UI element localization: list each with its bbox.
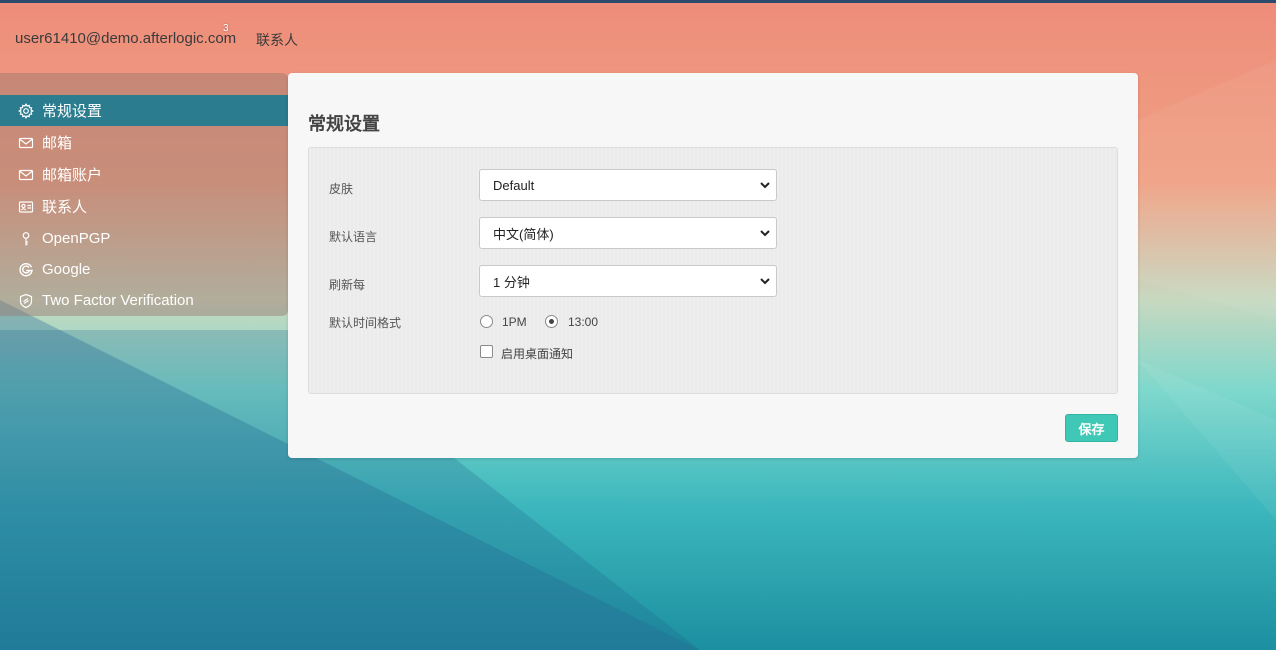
sidebar-item-google[interactable]: Google	[0, 254, 288, 285]
sidebar-item-openpgp[interactable]: OpenPGP	[0, 223, 288, 254]
chevron-down-icon	[760, 182, 770, 189]
chevron-down-icon	[760, 230, 770, 237]
contacts-tab[interactable]: 联系人	[256, 30, 298, 50]
sidebar-item-contacts[interactable]: 联系人	[0, 191, 288, 222]
desktop-notify-label[interactable]: 启用桌面通知	[501, 345, 573, 362]
notification-badge: 3	[223, 23, 229, 34]
key-icon	[17, 230, 35, 248]
refresh-select-value: 1 分钟	[493, 274, 530, 290]
skin-label: 皮肤	[329, 182, 354, 196]
time-format-12h-radio[interactable]	[480, 315, 493, 328]
google-icon	[17, 261, 35, 279]
skin-select-value: Default	[493, 177, 535, 193]
refresh-label: 刷新每	[329, 278, 366, 292]
desktop-notify-checkbox[interactable]	[480, 345, 493, 358]
contact-card-icon	[17, 198, 35, 216]
refresh-select[interactable]: 1 分钟	[479, 265, 777, 297]
sidebar-item-label: 邮箱	[42, 135, 73, 152]
sidebar-item-two-factor[interactable]: Two Factor Verification	[0, 285, 288, 316]
sidebar-item-mail-accounts[interactable]: 邮箱账户	[0, 159, 288, 190]
sidebar-item-label: Google	[42, 261, 91, 278]
language-label: 默认语言	[329, 230, 378, 244]
envelope-icon	[17, 166, 35, 184]
sidebar-item-mail[interactable]: 邮箱	[0, 127, 288, 158]
sidebar-item-label: 联系人	[42, 199, 88, 216]
sidebar-item-label: 常规设置	[42, 103, 103, 120]
save-button[interactable]: 保存	[1065, 414, 1118, 442]
user-account-link[interactable]: user61410@demo.afterlogic.com	[15, 30, 236, 47]
sidebar-item-label: Two Factor Verification	[42, 292, 194, 309]
language-select[interactable]: 中文(简体)	[479, 217, 777, 249]
settings-panel: 常规设置 皮肤 Default 默认语言 中文(简体) 刷新每 1 分钟 默认时…	[288, 73, 1138, 458]
language-select-value: 中文(简体)	[493, 226, 554, 242]
gear-icon	[17, 102, 35, 120]
chevron-down-icon	[760, 278, 770, 285]
sidebar-item-general[interactable]: 常规设置	[0, 95, 288, 126]
time-format-label: 默认时间格式	[329, 316, 402, 330]
settings-form: 皮肤 Default 默认语言 中文(简体) 刷新每 1 分钟 默认时间格式 1…	[308, 147, 1118, 394]
sidebar-item-label: OpenPGP	[42, 230, 111, 247]
skin-select[interactable]: Default	[479, 169, 777, 201]
time-format-12h-label[interactable]: 1PM	[502, 315, 527, 329]
page-title: 常规设置	[308, 114, 380, 134]
sidebar-item-label: 邮箱账户	[42, 167, 103, 184]
settings-sidebar: 常规设置 邮箱 邮箱账户 联系人 OpenPGP Google Two Fact…	[0, 73, 288, 316]
time-format-24h-label[interactable]: 13:00	[568, 315, 598, 329]
envelope-icon	[17, 134, 35, 152]
top-bar: user61410@demo.afterlogic.com 3 联系人	[0, 0, 1276, 72]
time-format-24h-radio[interactable]	[545, 315, 558, 328]
shield-icon	[17, 292, 35, 310]
